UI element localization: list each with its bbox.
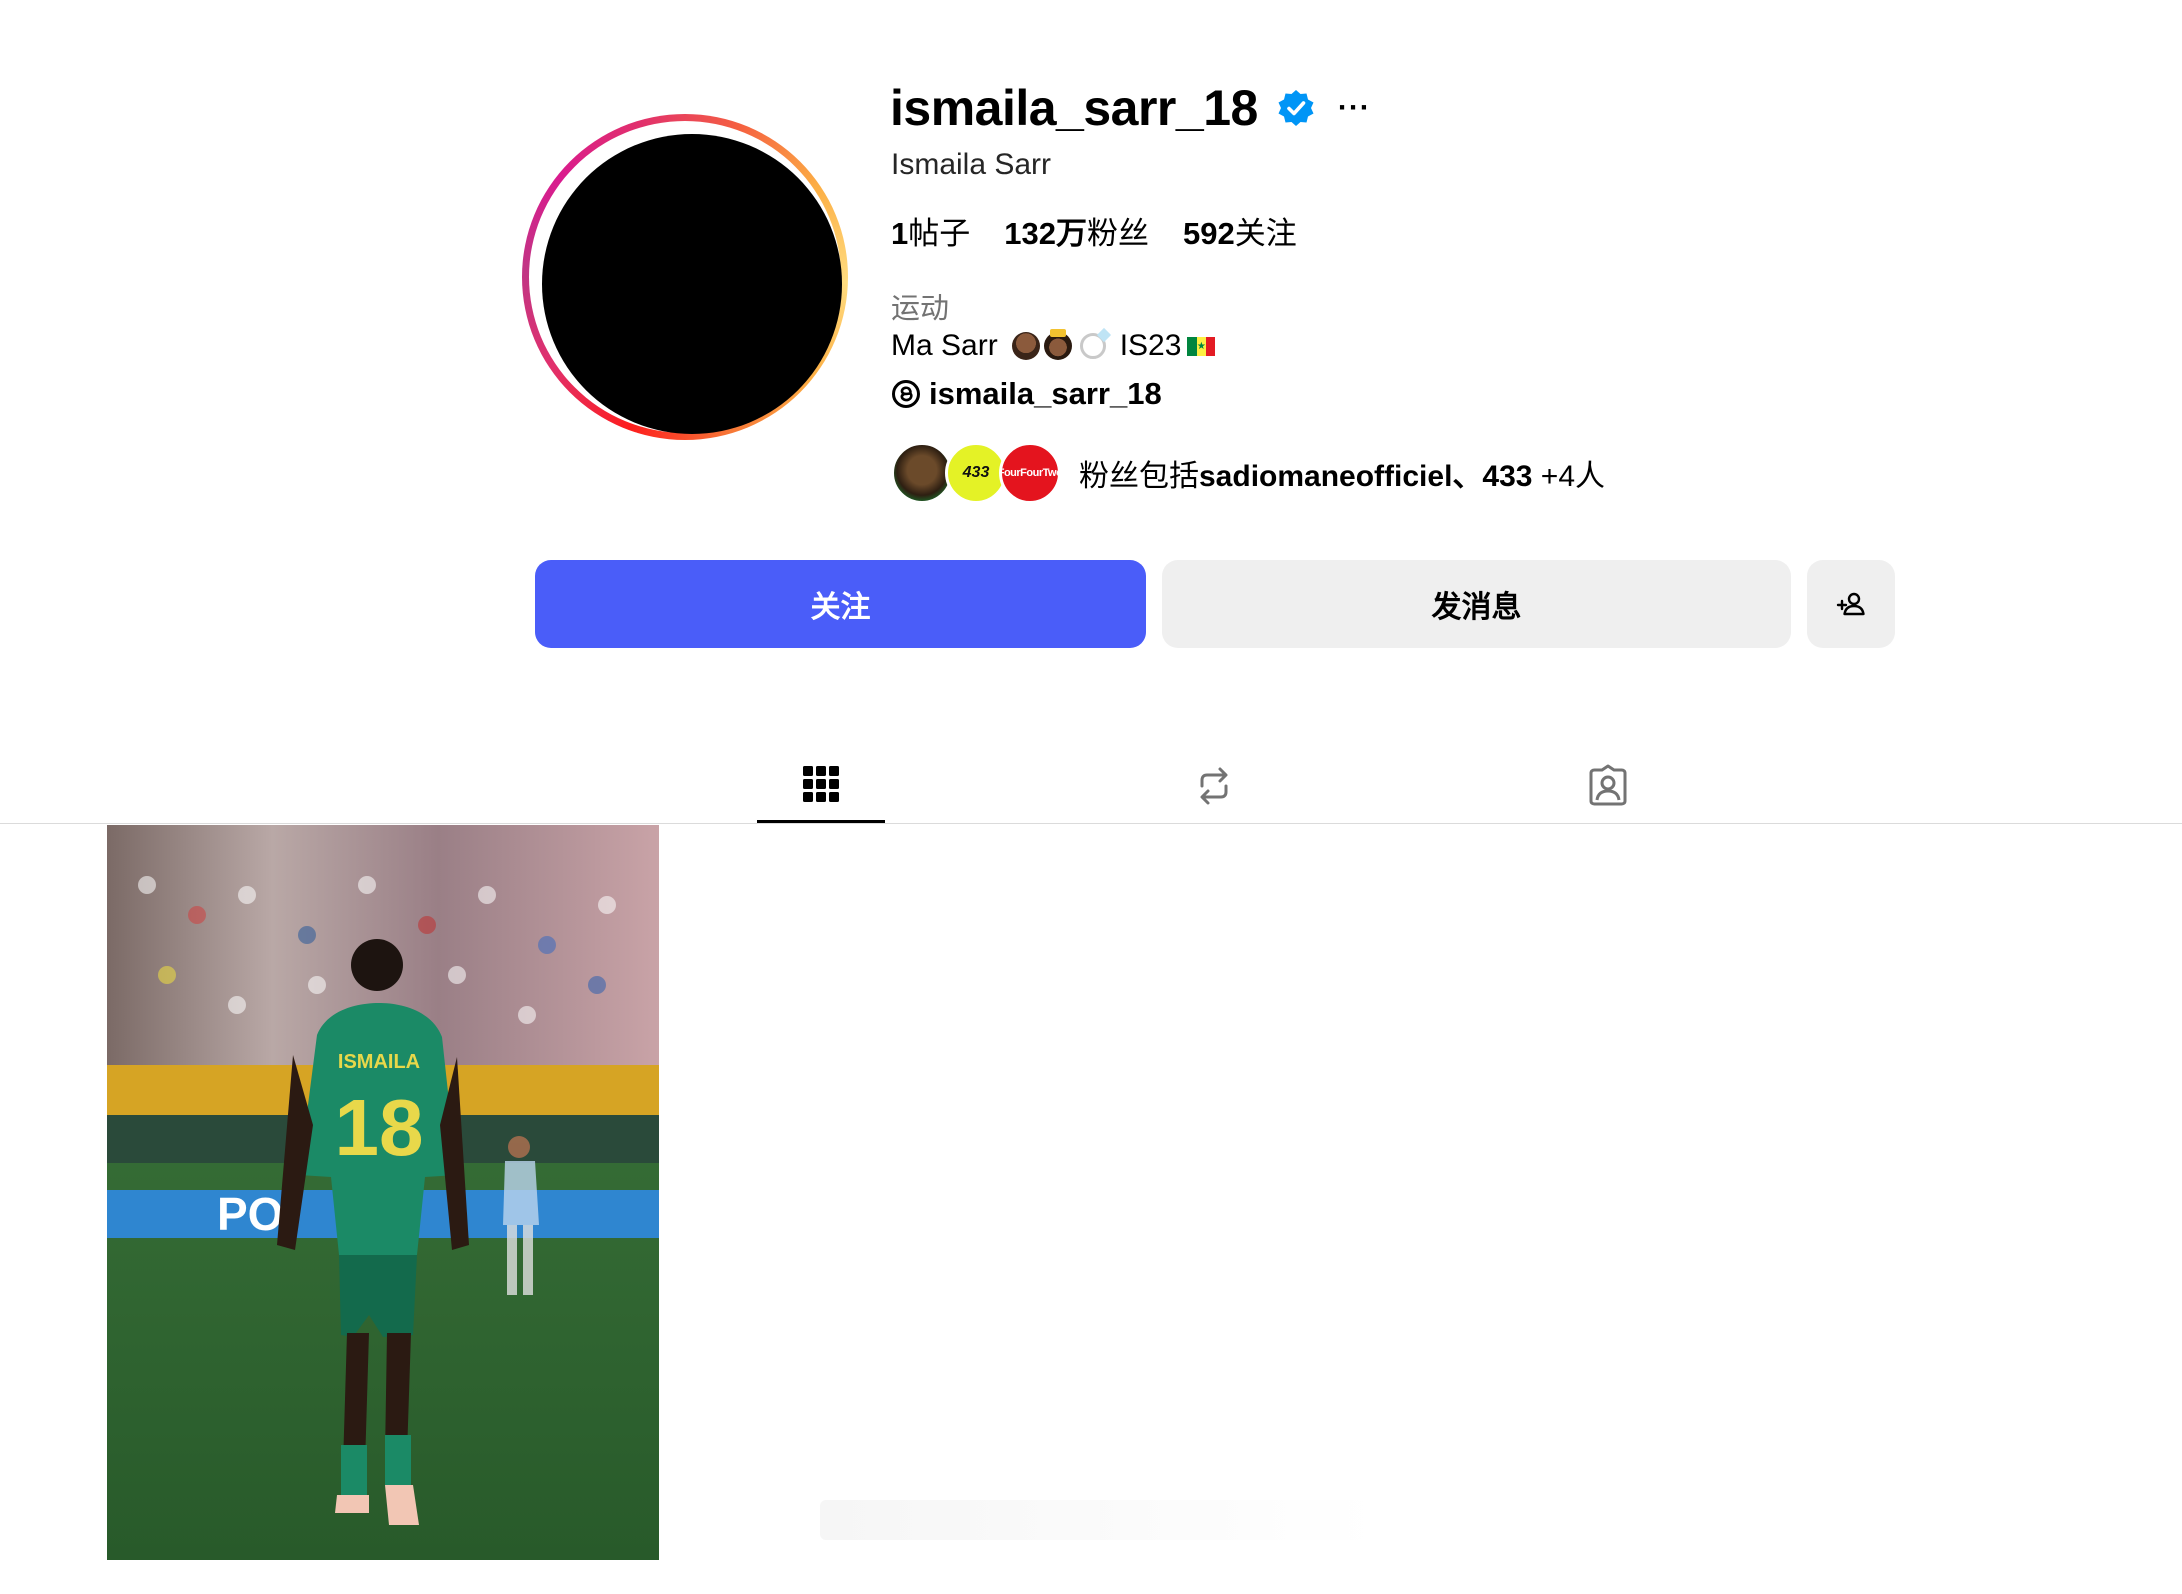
bio: Ma Sarr IS23 ★ (891, 329, 1216, 363)
threads-icon (892, 380, 920, 408)
woman-emoji-icon (1011, 332, 1040, 360)
add-person-icon (1836, 592, 1865, 616)
username-row: ismaila_sarr_18 ··· (890, 76, 1371, 140)
post-thumbnail[interactable]: PO ISMAILA 18 (107, 825, 659, 1560)
following-count[interactable]: 592关注 (1183, 208, 1297, 253)
suggested-users-button[interactable] (1807, 560, 1895, 648)
avatar[interactable] (542, 134, 842, 434)
bio-tag: IS23 (1119, 329, 1182, 362)
tab-posts[interactable] (757, 748, 885, 824)
more-options-button[interactable]: ··· (1338, 93, 1371, 123)
full-name: Ismaila Sarr (891, 148, 1052, 181)
threads-handle: ismaila_sarr_18 (929, 376, 1162, 411)
loading-placeholder (820, 1500, 1380, 1540)
tabs-divider (0, 823, 2182, 824)
follower-avatar: 433 (945, 442, 1007, 504)
follow-button[interactable]: 关注 (535, 560, 1146, 648)
threads-link[interactable]: ismaila_sarr_18 (891, 376, 1162, 412)
followers-count[interactable]: 132万粉丝 (1004, 208, 1149, 253)
grid-icon (803, 766, 839, 802)
svg-text:18: 18 (335, 1083, 424, 1172)
tab-reposts[interactable] (1150, 748, 1278, 824)
ring-emoji-icon (1079, 333, 1106, 359)
post-image: PO ISMAILA 18 (107, 825, 659, 1560)
svg-text:PO: PO (217, 1188, 283, 1240)
followed-by[interactable]: 433 FourFourTwo 粉丝包括sadiomaneofficiel、43… (891, 440, 1605, 506)
username: ismaila_sarr_18 (890, 80, 1258, 136)
avatar-story-ring[interactable] (522, 114, 848, 440)
profile-stats: 1帖子 132万粉丝 592关注 (891, 208, 1297, 253)
repost-icon (1200, 767, 1228, 805)
svg-text:ISMAILA: ISMAILA (338, 1051, 420, 1073)
tab-tagged[interactable] (1544, 748, 1672, 824)
princess-emoji-icon (1043, 329, 1072, 360)
message-button[interactable]: 发消息 (1162, 560, 1791, 648)
posts-count: 1帖子 (891, 216, 971, 251)
verified-badge-icon (1278, 90, 1314, 126)
follower-avatar: FourFourTwo (999, 442, 1061, 504)
profile-category: 运动 (891, 293, 950, 325)
tagged-icon (1589, 764, 1627, 806)
bio-text: Ma Sarr (891, 329, 998, 362)
follower-avatar (891, 442, 953, 504)
followed-by-text: 粉丝包括sadiomaneofficiel、433 +4人 (1079, 460, 1606, 493)
senegal-flag-icon: ★ (1187, 336, 1216, 356)
